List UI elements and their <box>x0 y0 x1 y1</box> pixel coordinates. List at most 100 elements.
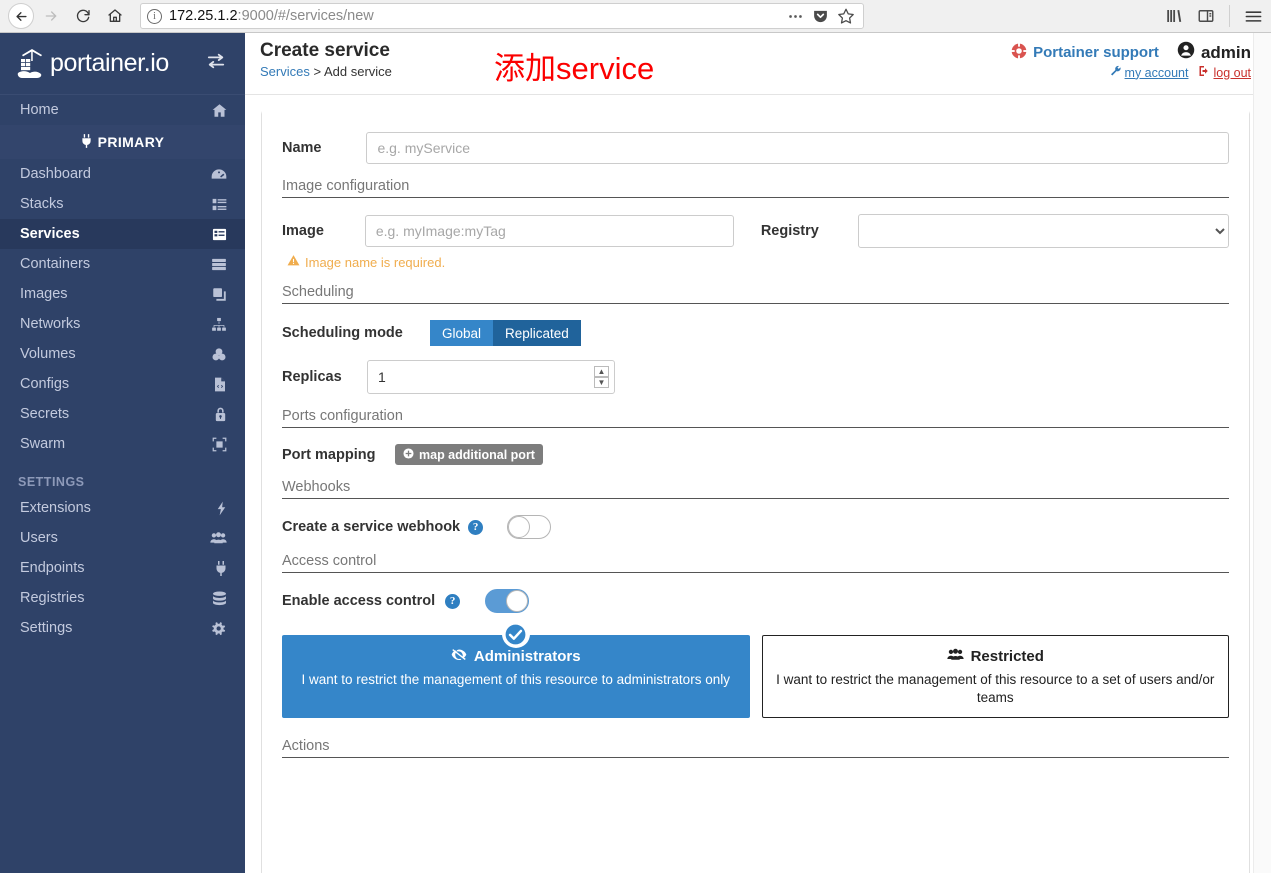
section-actions: Actions <box>282 738 1229 759</box>
sidebar-item-label: Configs <box>20 376 70 392</box>
log-out-label: log out <box>1213 65 1251 80</box>
scheduling-mode-global-button[interactable]: Global <box>430 320 494 346</box>
brand-logo[interactable]: portainer.io <box>0 33 245 95</box>
registry-label: Registry <box>760 223 819 239</box>
reload-icon[interactable] <box>68 1 98 31</box>
ownership-card-administrators[interactable]: Administrators I want to restrict the ma… <box>282 620 750 719</box>
site-info-icon[interactable]: i <box>147 8 162 24</box>
page-actions-ellipsis-icon[interactable] <box>787 8 804 25</box>
pocket-icon[interactable] <box>812 8 829 25</box>
toggle-knob <box>506 590 529 612</box>
scheduling-mode-toggle-group: Global Replicated <box>430 320 581 346</box>
replicas-input[interactable] <box>368 361 594 393</box>
hamburger-menu-icon[interactable] <box>1244 7 1263 26</box>
name-row: Name <box>282 132 1229 164</box>
forward-arrow-icon[interactable] <box>36 1 66 31</box>
sidebar-item-label: Containers <box>20 256 91 272</box>
ownership-card-title-text: Restricted <box>970 648 1044 665</box>
annotation-text: 添加service <box>494 51 655 86</box>
port-mapping-label: Port mapping <box>282 446 376 463</box>
replicas-stepper[interactable]: ▲ ▼ <box>367 360 615 394</box>
sidebar-item-label: Networks <box>20 316 81 332</box>
breadcrumb-link-services[interactable]: Services <box>260 64 310 79</box>
portainer-support-link[interactable]: Portainer support <box>1011 42 1159 63</box>
replicas-increment-icon[interactable]: ▲ <box>594 366 609 377</box>
image-label: Image <box>282 223 324 239</box>
ownership-card-title: Restricted <box>773 648 1219 665</box>
back-arrow-icon[interactable] <box>8 3 34 29</box>
url-host: 172.25.1.2 <box>169 8 238 24</box>
access-control-label: Enable access control <box>282 593 436 609</box>
sidebar-item-networks[interactable]: Networks <box>0 309 245 339</box>
bookmark-star-icon[interactable] <box>837 7 855 25</box>
section-ports-configuration: Ports configuration <box>282 408 1229 428</box>
bolt-icon <box>216 501 227 516</box>
replicas-spin-buttons: ▲ ▼ <box>594 366 609 388</box>
sidebar-item-volumes[interactable]: Volumes <box>0 339 245 369</box>
access-control-help-icon[interactable]: ? <box>445 593 461 609</box>
sidebar-item-stacks[interactable]: Stacks <box>0 189 245 219</box>
sidebar-item-settings[interactable]: Settings <box>0 613 245 643</box>
eye-slash-icon <box>451 648 467 665</box>
lifebuoy-icon <box>1011 42 1027 63</box>
sidebar-item-swarm[interactable]: Swarm <box>0 429 245 459</box>
sidebar-item-users[interactable]: Users <box>0 523 245 553</box>
sidebar: portainer.io Home PRIMARY Dashboard Stac… <box>0 33 245 873</box>
my-account-label: my account <box>1124 65 1189 80</box>
support-label: Portainer support <box>1033 44 1159 61</box>
portainer-whale-icon <box>16 47 48 81</box>
sidebar-item-images[interactable]: Images <box>0 279 245 309</box>
map-additional-port-button[interactable]: map additional port <box>395 444 543 465</box>
sidebar-item-label: Volumes <box>20 346 76 362</box>
breadcrumb-current: Add service <box>323 64 392 79</box>
ownership-card-restricted[interactable]: Restricted I want to restrict the manage… <box>761 635 1229 719</box>
image-input[interactable] <box>364 215 734 247</box>
user-menu[interactable]: admin <box>1177 41 1251 64</box>
plug-icon <box>215 560 227 576</box>
home-icon <box>212 103 227 118</box>
image-required-warning: Image name is required. <box>287 254 1229 270</box>
plus-circle-icon <box>403 447 414 462</box>
sidebar-item-dashboard[interactable]: Dashboard <box>0 159 245 189</box>
sidebar-item-containers[interactable]: Containers <box>0 249 245 279</box>
port-mapping-row: Port mapping map additional port <box>282 444 1229 465</box>
replicas-label: Replicas <box>282 369 342 385</box>
stacks-icon <box>212 197 227 212</box>
endpoint-switch-icon[interactable] <box>205 52 227 75</box>
sidebar-section-settings: SETTINGS <box>0 459 245 493</box>
registry-select[interactable] <box>858 214 1229 248</box>
breadcrumb-separator: > <box>313 64 322 79</box>
sidebar-toggle-icon[interactable] <box>1197 7 1215 25</box>
sidebar-item-extensions[interactable]: Extensions <box>0 493 245 523</box>
sidebar-item-registries[interactable]: Registries <box>0 583 245 613</box>
sidebar-item-label: Services <box>20 226 80 242</box>
replicas-decrement-icon[interactable]: ▼ <box>594 377 609 388</box>
page-scrollbar[interactable] <box>1253 33 1271 873</box>
sidebar-item-home[interactable]: Home <box>0 95 245 125</box>
access-control-toggle[interactable] <box>485 589 530 613</box>
log-out-link[interactable]: log out <box>1198 65 1251 80</box>
sidebar-item-endpoints[interactable]: Endpoints <box>0 553 245 583</box>
address-bar-icons <box>787 7 857 25</box>
plug-icon <box>81 133 92 151</box>
sidebar-section-label: SETTINGS <box>18 475 85 489</box>
webhook-help-icon[interactable]: ? <box>468 519 484 535</box>
my-account-link[interactable]: my account <box>1110 65 1189 80</box>
database-icon <box>212 591 227 606</box>
section-webhooks: Webhooks <box>282 479 1229 499</box>
sidebar-item-configs[interactable]: Configs <box>0 369 245 399</box>
access-ownership-cards: Administrators I want to restrict the ma… <box>282 620 1229 719</box>
warning-triangle-icon <box>287 254 300 270</box>
library-icon[interactable] <box>1165 7 1183 25</box>
home-icon[interactable] <box>100 1 130 31</box>
sidebar-item-services[interactable]: Services <box>0 219 245 249</box>
toolbar-divider <box>1229 5 1230 27</box>
sidebar-item-label: Stacks <box>20 196 64 212</box>
page-title: Create service <box>260 40 390 61</box>
address-bar[interactable]: i 172.25.1.2:9000/#/services/new <box>140 3 864 29</box>
name-input[interactable] <box>366 132 1229 164</box>
webhook-label: Create a service webhook <box>282 519 461 535</box>
sidebar-item-secrets[interactable]: Secrets <box>0 399 245 429</box>
scheduling-mode-replicated-button[interactable]: Replicated <box>493 320 581 346</box>
webhook-toggle[interactable] <box>507 515 552 539</box>
